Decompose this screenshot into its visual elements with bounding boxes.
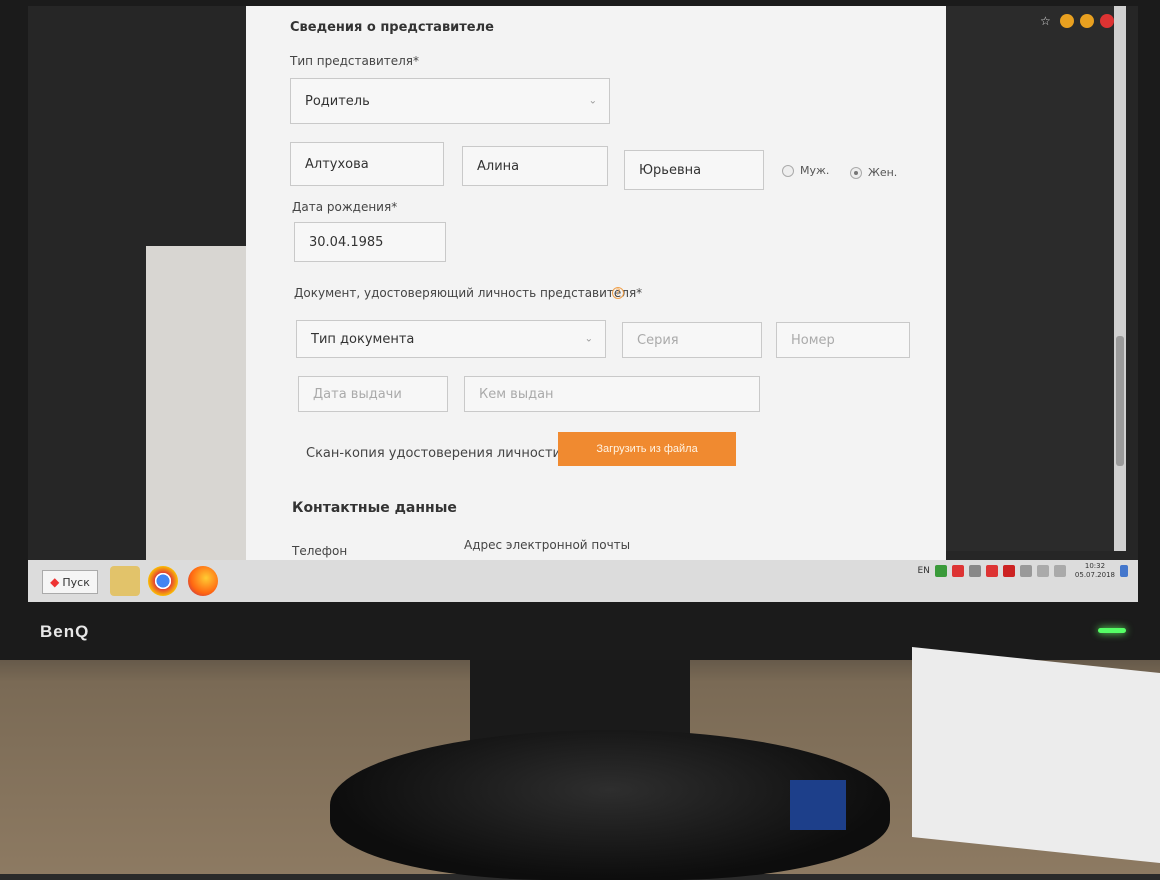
scrollbar-thumb[interactable] xyxy=(1116,336,1124,466)
show-desktop-icon[interactable] xyxy=(1120,565,1128,577)
tray-icon[interactable] xyxy=(951,565,964,577)
screen: Сведения о представителе Тип представите… xyxy=(28,6,1138,602)
browser-extension-icons: ☆ xyxy=(1040,14,1114,28)
tray-icon[interactable] xyxy=(934,565,947,577)
document-label: Документ, удостоверяющий личность предст… xyxy=(294,286,643,300)
language-indicator[interactable]: EN xyxy=(917,566,929,576)
clock[interactable]: 10:32 05.07.2018 xyxy=(1075,562,1115,580)
star-icon[interactable]: ☆ xyxy=(1040,14,1054,28)
tray-icon[interactable] xyxy=(968,565,981,577)
network-icon[interactable] xyxy=(1036,565,1049,577)
gender-female-radio[interactable]: Жен. xyxy=(850,166,897,179)
system-tray: EN 10:32 05.07.2018 xyxy=(917,562,1128,580)
tray-icon[interactable] xyxy=(1053,565,1066,577)
birthdate-field[interactable]: 30.04.1985 xyxy=(294,222,446,262)
rep-type-select[interactable]: Родитель ⌄ xyxy=(290,78,610,124)
form-page: Сведения о представителе Тип представите… xyxy=(246,6,946,566)
scan-label: Скан-копия удостоверения личности xyxy=(306,446,561,461)
gender-female-label: Жен. xyxy=(868,166,898,179)
first-name-value: Алина xyxy=(477,158,520,174)
extension-icon[interactable] xyxy=(1080,14,1094,28)
help-icon[interactable]: ? xyxy=(612,287,624,299)
doc-type-select[interactable]: Тип документа ⌄ xyxy=(296,320,606,358)
monitor-brand-logo: BenQ xyxy=(40,622,90,641)
extension-icon[interactable] xyxy=(1100,14,1114,28)
taskbar: ◆ Пуск EN 10:32 05.07.2018 xyxy=(28,560,1138,602)
first-name-field[interactable]: Алина xyxy=(462,146,608,186)
volume-icon[interactable] xyxy=(1019,565,1032,577)
issue-date-placeholder: Дата выдачи xyxy=(313,386,402,402)
number-field[interactable]: Номер xyxy=(776,322,910,358)
explorer-icon[interactable] xyxy=(110,566,140,596)
birthdate-label: Дата рождения* xyxy=(292,200,398,214)
clock-date: 05.07.2018 xyxy=(1074,571,1115,579)
gender-male-radio[interactable]: Муж. xyxy=(782,164,829,177)
middle-name-field[interactable]: Юрьевна xyxy=(624,150,764,190)
power-led xyxy=(1098,628,1126,633)
email-label: Адрес электронной почты xyxy=(464,538,631,552)
radio-dot-checked xyxy=(850,166,862,179)
issued-by-placeholder: Кем выдан xyxy=(479,386,554,402)
phone-label: Телефон xyxy=(292,544,348,558)
birthdate-value: 30.04.1985 xyxy=(309,234,384,250)
radio-dot xyxy=(782,164,794,177)
middle-name-value: Юрьевна xyxy=(639,162,702,178)
start-button[interactable]: ◆ Пуск xyxy=(42,570,98,594)
clock-time: 10:32 xyxy=(1084,562,1106,570)
paper-documents xyxy=(912,646,1160,864)
number-placeholder: Номер xyxy=(791,332,835,348)
gender-male-label: Муж. xyxy=(800,164,830,177)
rep-type-value: Родитель xyxy=(305,93,370,109)
doc-type-placeholder: Тип документа xyxy=(311,331,415,347)
windows-flag-icon: ◆ xyxy=(50,575,60,589)
firefox-icon[interactable] xyxy=(188,566,218,596)
series-placeholder: Серия xyxy=(637,332,679,348)
extension-icon[interactable] xyxy=(1060,14,1074,28)
rep-type-label: Тип представителя* xyxy=(290,54,420,68)
representative-section-title: Сведения о представителе xyxy=(290,20,494,35)
start-label: Пуск xyxy=(62,575,90,589)
issue-date-field[interactable]: Дата выдачи xyxy=(298,376,448,412)
upload-file-button[interactable]: Загрузить из файла xyxy=(558,432,736,466)
tray-icon[interactable] xyxy=(1002,565,1015,577)
last-name-field[interactable]: Алтухова xyxy=(290,142,444,186)
scrollbar[interactable] xyxy=(1114,6,1126,551)
monitor: Сведения о представителе Тип представите… xyxy=(0,0,1160,660)
last-name-value: Алтухова xyxy=(305,156,369,172)
tray-icon[interactable] xyxy=(985,565,998,577)
chrome-icon[interactable] xyxy=(148,566,178,596)
contacts-title: Контактные данные xyxy=(292,500,457,516)
series-field[interactable]: Серия xyxy=(622,322,762,358)
windows-logo-sticker xyxy=(790,780,846,830)
chevron-down-icon: ⌄ xyxy=(584,333,593,345)
issued-by-field[interactable]: Кем выдан xyxy=(464,376,760,412)
right-panel xyxy=(946,6,1116,551)
chevron-down-icon: ⌄ xyxy=(588,95,597,107)
